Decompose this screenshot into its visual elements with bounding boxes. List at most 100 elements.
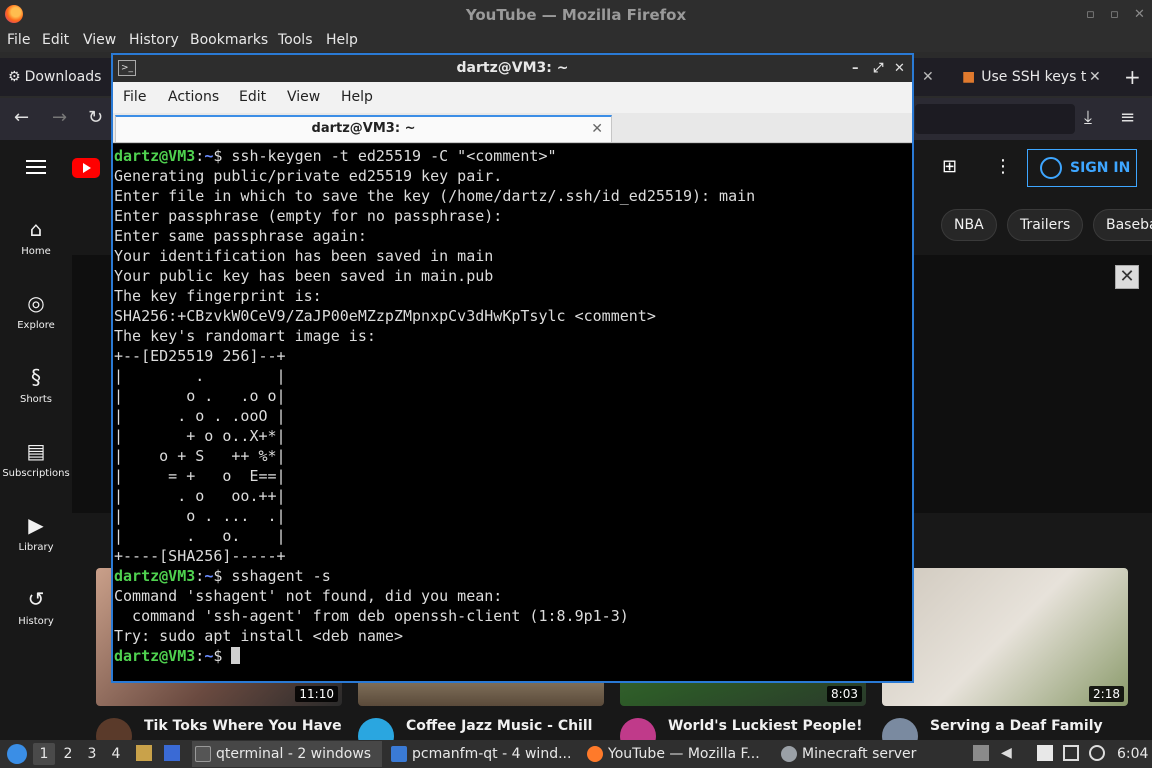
ff-menu-bookmarks[interactable]: Bookmarks	[190, 32, 268, 48]
terminal-line: dartz@VM3:~$ ssh-keygen -t ed25519 -C "<…	[114, 147, 557, 165]
output-text: The key's randomart image is:	[114, 327, 376, 345]
sidebar-item-history[interactable]: ↺ History	[0, 586, 72, 627]
sidebar-item-explore[interactable]: ◎ Explore	[0, 290, 72, 331]
ff-menu-view[interactable]: View	[83, 32, 116, 48]
video-title-2[interactable]: Coffee Jazz Music - Chill	[406, 718, 592, 734]
ff-menu-history[interactable]: History	[129, 32, 179, 48]
ff-menu-tools[interactable]: Tools	[278, 32, 313, 48]
ff-menu-edit[interactable]: Edit	[42, 32, 69, 48]
ff-menu-help[interactable]: Help	[326, 32, 358, 48]
channel-avatar[interactable]	[96, 718, 132, 740]
terminal-titlebar[interactable]: >_ dartz@VM3: ~ – ⤢ ✕	[113, 55, 912, 82]
video-title-1[interactable]: Tik Toks Where You Have	[144, 718, 342, 734]
workspace-3[interactable]: 3	[81, 743, 103, 765]
video-title-4[interactable]: Serving a Deaf Family	[930, 718, 1103, 734]
terminal-line: Your identification has been saved in ma…	[114, 246, 912, 266]
account-icon	[1040, 157, 1062, 179]
channel-avatar[interactable]	[882, 718, 918, 740]
library-icon: ▶	[28, 513, 44, 537]
ff-menu-file[interactable]: File	[7, 32, 30, 48]
term-menu-help[interactable]: Help	[341, 89, 373, 105]
apps-grid-icon[interactable]: ⊞	[942, 158, 960, 176]
tab-close-icon[interactable]: ✕	[922, 58, 948, 96]
tab-ssh-keys-close-icon[interactable]: ✕	[1089, 58, 1105, 96]
term-menu-actions[interactable]: Actions	[168, 89, 219, 105]
video-thumbnail-4[interactable]: 2:18	[882, 568, 1128, 706]
terminal-app-icon: >_	[118, 60, 136, 76]
output-text: | . |	[114, 367, 286, 385]
new-tab-icon[interactable]: +	[1124, 58, 1144, 96]
maximize-icon[interactable]: ⤢	[873, 55, 883, 82]
minimize-icon[interactable]: ▫	[1086, 0, 1095, 30]
taskbar: 1 2 3 4 qterminal - 2 windows pcmanfm-qt…	[0, 740, 1152, 768]
terminal-line: +----[SHA256]-----+	[114, 546, 912, 566]
start-menu-icon[interactable]	[7, 744, 27, 764]
tab-downloads[interactable]: ⚙ Downloads	[8, 58, 108, 96]
channel-avatar[interactable]	[620, 718, 656, 740]
firefox-window-title: YouTube — Mozilla Firefox	[465, 6, 687, 24]
close-icon[interactable]: ✕	[1134, 0, 1145, 30]
channel-avatar[interactable]	[358, 718, 394, 740]
output-text: Generating public/private ed25519 key pa…	[114, 167, 503, 185]
forward-icon[interactable]: →	[52, 107, 67, 128]
terminal-tab[interactable]: dartz@VM3: ~ ✕	[115, 115, 612, 143]
task-pcmanfm[interactable]: pcmanfm-qt - 4 wind...	[388, 741, 580, 767]
eject-icon[interactable]	[973, 745, 989, 761]
sign-in-button[interactable]: SIGN IN	[1027, 149, 1137, 187]
file-manager-icon[interactable]	[136, 745, 152, 761]
prompt-path: ~	[204, 147, 214, 165]
app-menu-icon[interactable]: ≡	[1120, 107, 1135, 128]
clock: 6:04	[1117, 746, 1149, 762]
output-text: SHA256:+CBzvkW0CeV9/ZaJP00eMZzpZMpnxpCv3…	[114, 307, 656, 325]
chip-trailers[interactable]: Trailers	[1007, 209, 1084, 241]
terminal-line: | . o . .ooO |	[114, 406, 912, 426]
task-qterminal[interactable]: qterminal - 2 windows	[192, 741, 382, 767]
reload-icon[interactable]: ↻	[88, 107, 103, 128]
download-icon[interactable]: ⤓	[1084, 107, 1092, 128]
terminal-output[interactable]: dartz@VM3:~$ ssh-keygen -t ed25519 -C "<…	[113, 144, 912, 681]
minimize-icon[interactable]: –	[852, 55, 859, 82]
url-bar[interactable]	[915, 104, 1075, 134]
command-text: sshagent -s	[231, 567, 331, 585]
terminal-tabbar: dartz@VM3: ~ ✕	[113, 113, 912, 143]
terminal-line: The key's randomart image is:	[114, 326, 912, 346]
task-minecraft-server[interactable]: Minecraft server	[778, 741, 928, 767]
clipboard-icon[interactable]	[1037, 745, 1053, 761]
terminal-line: | . o. |	[114, 526, 912, 546]
tab-close-icon[interactable]: ✕	[591, 117, 603, 141]
workspace-4[interactable]: 4	[105, 743, 127, 765]
more-options-icon[interactable]: ⋮	[994, 156, 1012, 177]
sidebar-item-shorts[interactable]: § Shorts	[0, 364, 72, 405]
shorts-icon: §	[31, 365, 41, 389]
output-text: +--[ED25519 256]--+	[114, 347, 286, 365]
youtube-logo-icon[interactable]	[72, 158, 100, 178]
terminal-line: Try: sudo apt install <deb name>	[114, 626, 912, 646]
task-firefox[interactable]: YouTube — Mozilla F...	[584, 741, 774, 767]
terminal-window: >_ dartz@VM3: ~ – ⤢ ✕ File Actions Edit …	[111, 53, 914, 683]
terminal-line: SHA256:+CBzvkW0CeV9/ZaJP00eMZzpZMpnxpCv3…	[114, 306, 912, 326]
sidebar-item-library[interactable]: ▶ Library	[0, 512, 72, 553]
workspace-1[interactable]: 1	[33, 743, 55, 765]
video-title-3[interactable]: World's Luckiest People!	[668, 718, 863, 734]
maximize-icon[interactable]: ▫	[1110, 0, 1119, 30]
close-icon[interactable]: ✕	[894, 55, 905, 82]
tab-ssh-keys[interactable]: ■ Use SSH keys t	[962, 58, 1108, 96]
banner-close-icon[interactable]: ✕	[1115, 265, 1139, 289]
workspace-2[interactable]: 2	[57, 743, 79, 765]
term-menu-file[interactable]: File	[123, 89, 146, 105]
chip-nba[interactable]: NBA	[941, 209, 997, 241]
terminal-line: dartz@VM3:~$	[114, 646, 912, 666]
chip-baseball[interactable]: Baseba	[1093, 209, 1152, 241]
sidebar-item-home[interactable]: ⌂ Home	[0, 216, 72, 257]
guide-menu-icon[interactable]	[26, 160, 46, 174]
term-menu-edit[interactable]: Edit	[239, 89, 266, 105]
term-menu-view[interactable]: View	[287, 89, 320, 105]
back-icon[interactable]: ←	[14, 107, 29, 128]
notification-icon[interactable]	[1089, 745, 1105, 761]
network-icon[interactable]	[1063, 745, 1079, 761]
sidebar-item-subscriptions[interactable]: ▤ Subscriptions	[0, 438, 72, 479]
volume-icon[interactable]: ◀	[1001, 745, 1017, 761]
output-text: | o . .o o|	[114, 387, 286, 405]
show-desktop-icon[interactable]	[164, 745, 180, 761]
output-text: Your public key has been saved in main.p…	[114, 267, 494, 285]
